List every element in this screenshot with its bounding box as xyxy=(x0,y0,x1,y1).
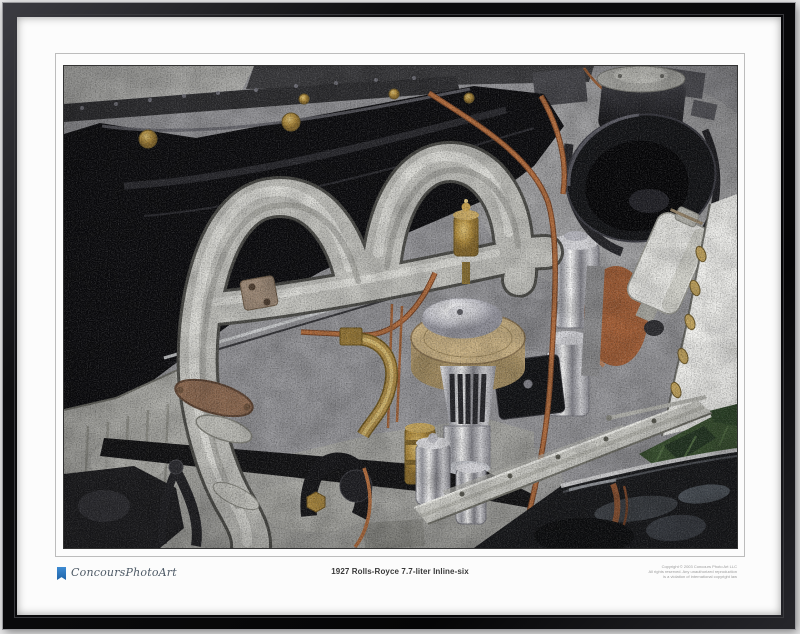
vignette xyxy=(64,66,737,548)
copyright-line: is a violation of international copyrigh… xyxy=(649,574,738,579)
engine-photo-art xyxy=(64,66,737,548)
page-background: ConcoursPhotoArt 1927 Rolls-Royce 7.7-li… xyxy=(0,0,800,634)
copyright-notice: Copyright © 2003 Concours Photo Art LLC … xyxy=(649,564,738,579)
engine-photo xyxy=(63,65,738,549)
